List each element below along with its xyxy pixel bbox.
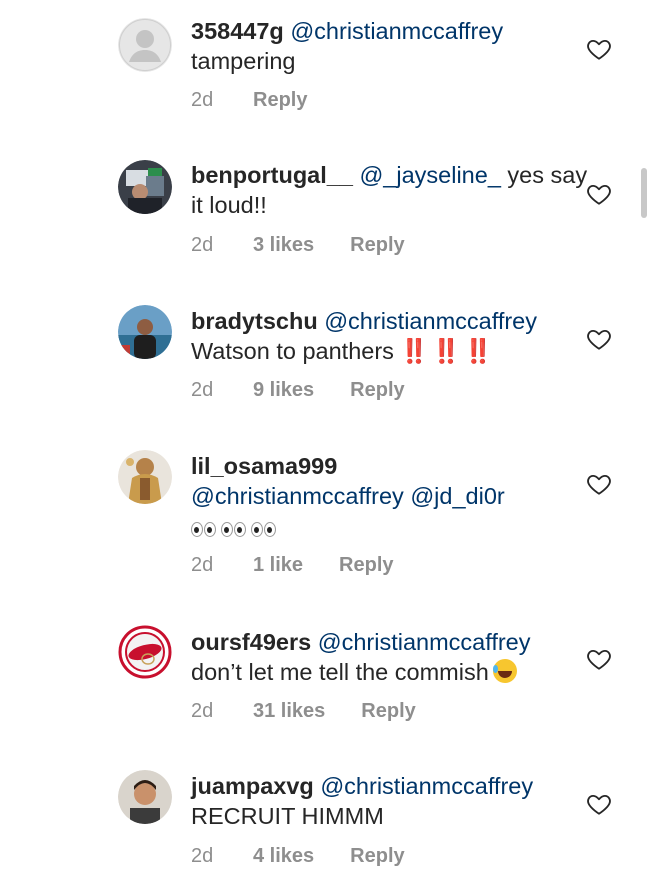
heart-icon[interactable] xyxy=(586,181,612,207)
heart-icon[interactable] xyxy=(586,326,612,352)
comment-text: 358447g @christianmccaffrey tampering xyxy=(191,16,591,76)
reply-button[interactable]: Reply xyxy=(339,554,393,577)
comment-mention[interactable]: @christianmccaffrey @jd_di0r xyxy=(191,483,505,509)
comment-username[interactable]: benportugal__ xyxy=(191,162,353,188)
logo-badge-icon xyxy=(118,625,172,679)
comment-body: don’t let me tell the commish xyxy=(191,659,489,685)
comment-username[interactable]: 358447g xyxy=(191,18,284,44)
comment-text: benportugal__ @_jayseline_ yes say it lo… xyxy=(191,160,591,220)
avatar[interactable] xyxy=(118,305,172,359)
comment-mention[interactable]: @christianmccaffrey xyxy=(320,773,533,799)
user-photo-icon xyxy=(118,305,172,359)
comment-meta: 2d 1 like Reply xyxy=(191,554,394,577)
user-photo-icon xyxy=(118,160,172,214)
reply-button[interactable]: Reply xyxy=(350,379,404,402)
comment-likes[interactable]: 31 likes xyxy=(253,700,325,723)
comment-likes[interactable]: 9 likes xyxy=(253,379,314,402)
comment-text: oursf49ers @christianmccaffrey don’t let… xyxy=(191,627,591,687)
default-avatar-icon xyxy=(118,18,172,72)
reply-button[interactable]: Reply xyxy=(350,845,404,868)
user-photo-icon xyxy=(118,450,172,504)
comment-likes[interactable]: 1 like xyxy=(253,554,303,577)
comment-body: Watson to panthers xyxy=(191,338,394,364)
reply-button[interactable]: Reply xyxy=(361,700,415,723)
comment-time[interactable]: 2d xyxy=(191,845,253,868)
avatar[interactable] xyxy=(118,770,172,824)
comment-mention[interactable]: @_jayseline_ xyxy=(359,162,500,188)
comment-body: tampering xyxy=(191,48,296,74)
double-exclamation-emoji: ‼️ ‼️ ‼️ xyxy=(399,338,493,364)
reply-button[interactable]: Reply xyxy=(350,234,404,257)
avatar[interactable] xyxy=(118,450,172,504)
heart-icon[interactable] xyxy=(586,471,612,497)
avatar[interactable] xyxy=(118,160,172,214)
comment-time[interactable]: 2d xyxy=(191,700,253,723)
comment-meta: 2d 9 likes Reply xyxy=(191,379,405,402)
comment-mention[interactable]: @christianmccaffrey xyxy=(290,18,503,44)
comment-time[interactable]: 2d xyxy=(191,234,253,257)
avatar[interactable] xyxy=(118,625,172,679)
comment-meta: 2d 3 likes Reply xyxy=(191,234,405,257)
comment-username[interactable]: juampaxvg xyxy=(191,773,314,799)
comment-username[interactable]: lil_osama999 xyxy=(191,453,337,479)
reply-button[interactable]: Reply xyxy=(253,89,307,112)
comment-mention[interactable]: @christianmccaffrey xyxy=(318,629,531,655)
heart-icon[interactable] xyxy=(586,791,612,817)
comment-username[interactable]: oursf49ers xyxy=(191,629,311,655)
laughing-emoji xyxy=(492,659,517,683)
comment-meta: 2d Reply xyxy=(191,89,307,112)
comment-body: RECRUIT HIMMM xyxy=(191,803,384,829)
comment-mention[interactable]: @christianmccaffrey xyxy=(324,308,537,334)
comment-time[interactable]: 2d xyxy=(191,554,253,577)
comment-username[interactable]: bradytschu xyxy=(191,308,318,334)
comment-meta: 2d 31 likes Reply xyxy=(191,700,416,723)
avatar[interactable] xyxy=(118,18,172,72)
heart-icon[interactable] xyxy=(586,36,612,62)
comment-text: juampaxvg @christianmccaffrey RECRUIT HI… xyxy=(191,771,591,831)
comment-time[interactable]: 2d xyxy=(191,379,253,402)
comment-likes[interactable]: 4 likes xyxy=(253,845,314,868)
comment-meta: 2d 4 likes Reply xyxy=(191,845,405,868)
scrollbar[interactable] xyxy=(641,168,647,218)
eyes-emoji xyxy=(191,515,281,545)
comment-text: lil_osama999 @christianmccaffrey @jd_di0… xyxy=(191,451,591,545)
comment-text: bradytschu @christianmccaffrey Watson to… xyxy=(191,306,591,366)
comment-time[interactable]: 2d xyxy=(191,89,253,112)
heart-icon[interactable] xyxy=(586,646,612,672)
user-photo-icon xyxy=(118,770,172,824)
comment-likes[interactable]: 3 likes xyxy=(253,234,314,257)
